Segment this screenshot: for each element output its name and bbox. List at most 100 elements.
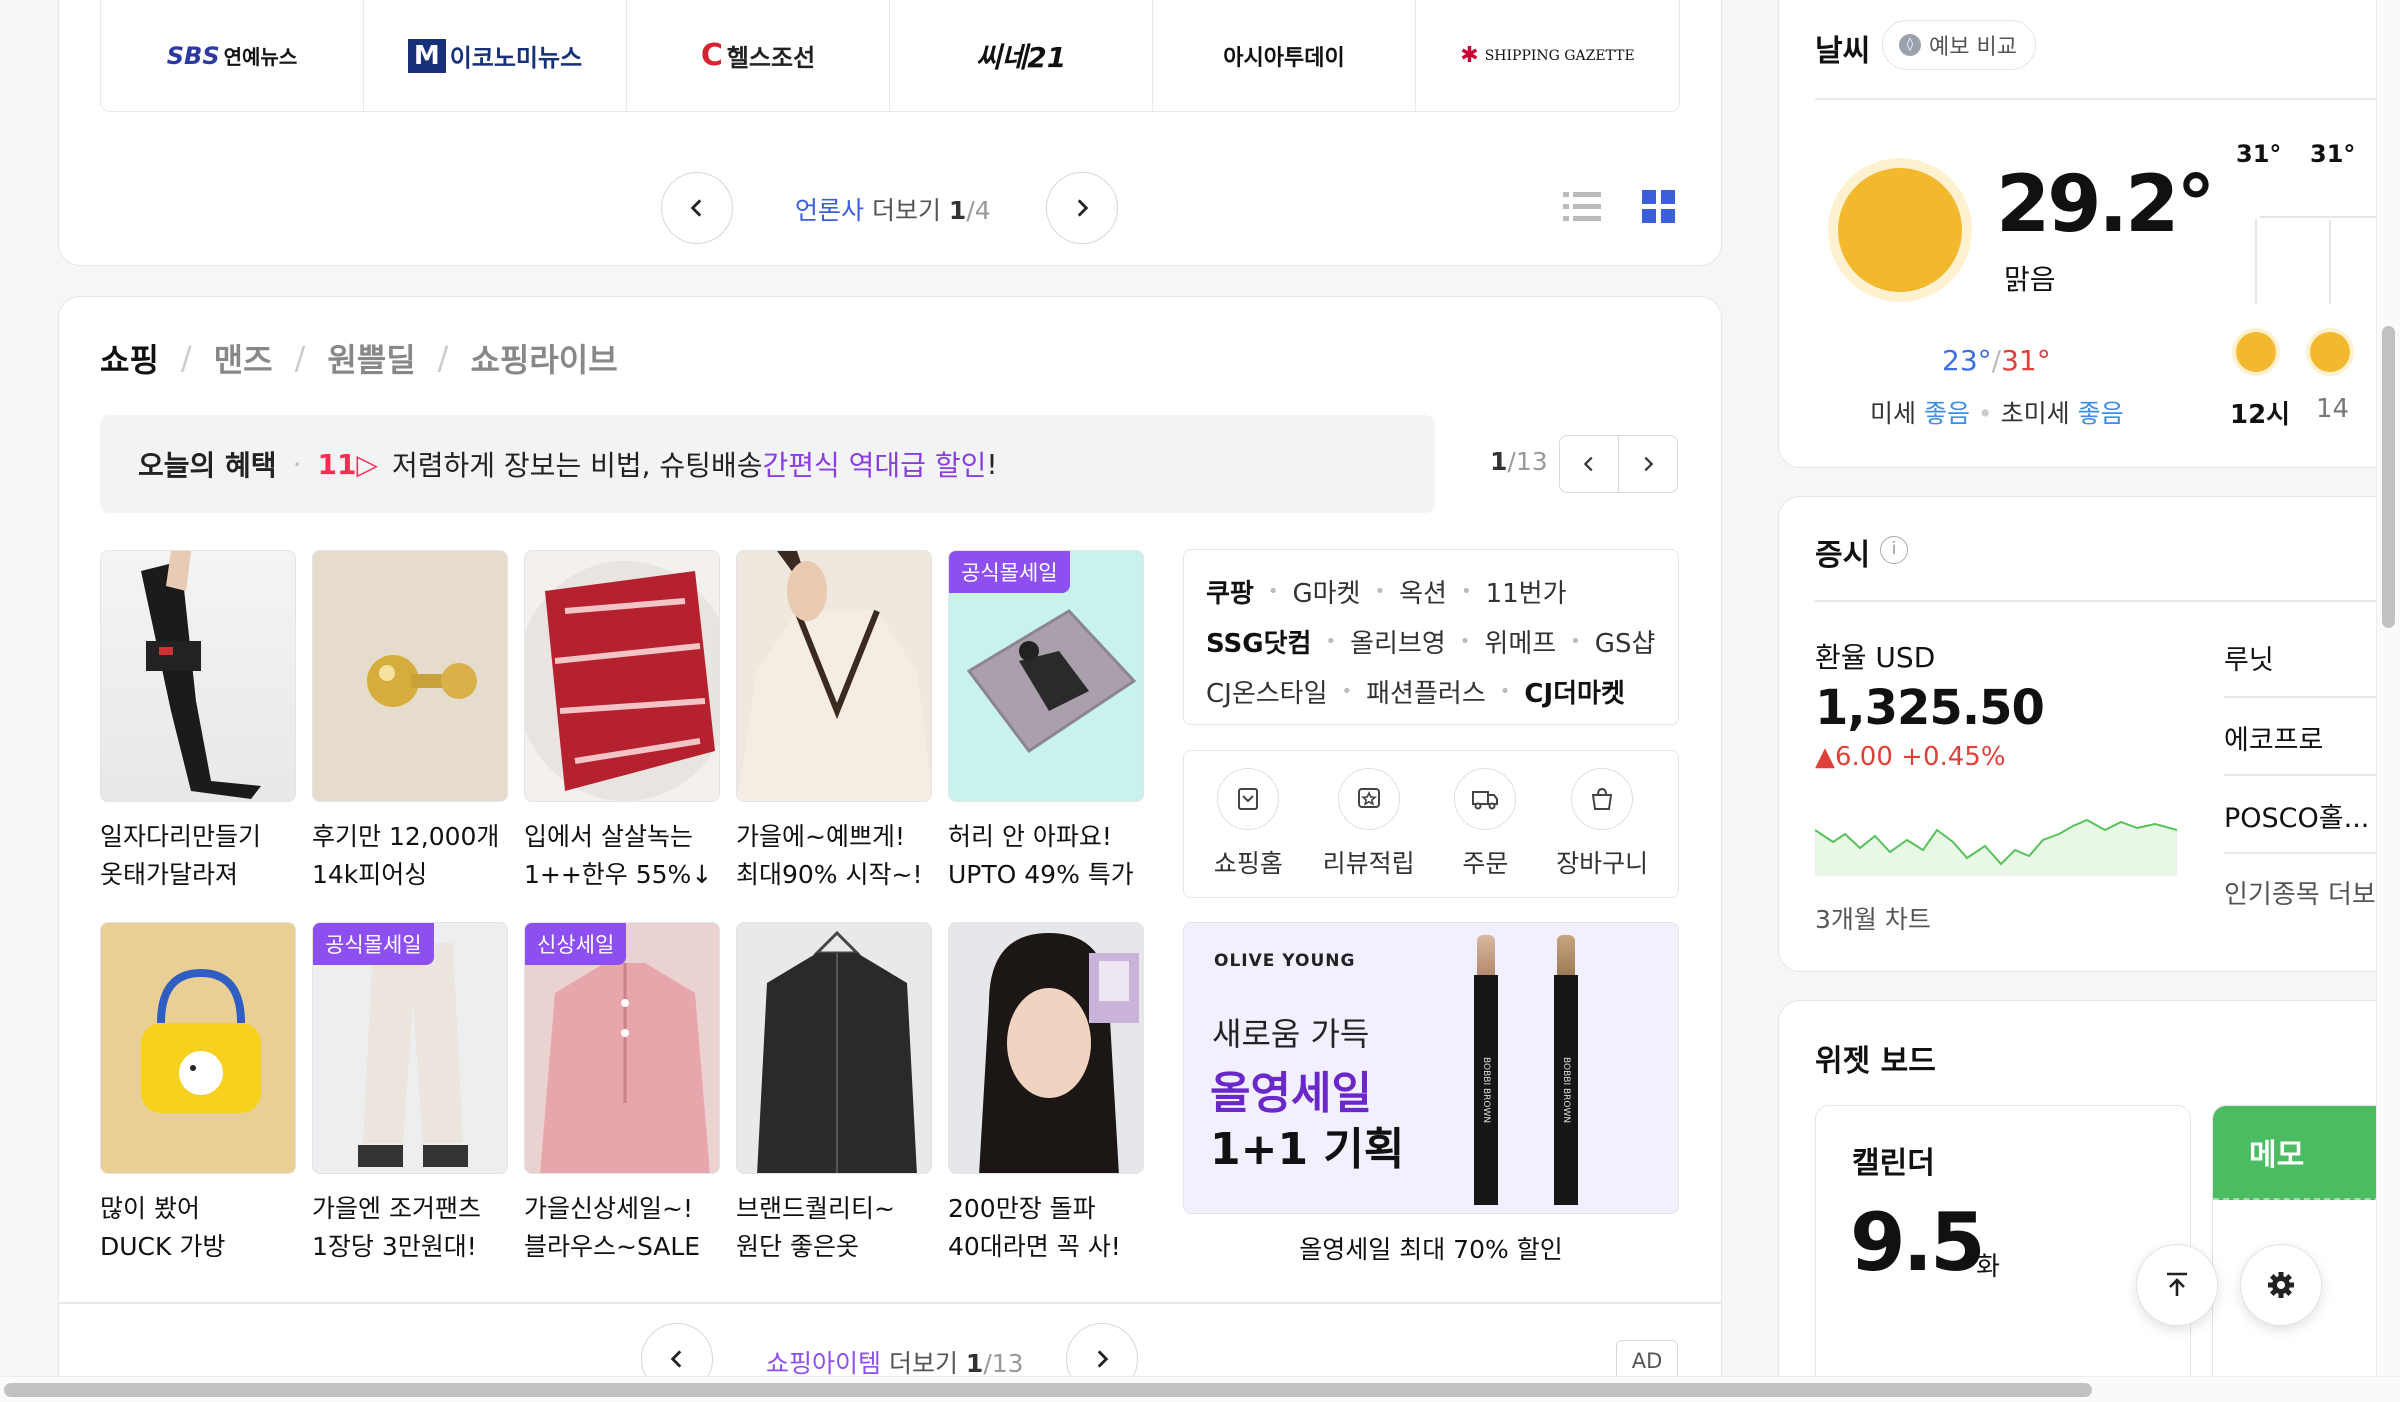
order-button[interactable]: 주문 <box>1454 768 1517 880</box>
vertical-scroll-thumb[interactable] <box>2382 326 2395 628</box>
forecast-compare-button[interactable]: ◊ 예보 비교 <box>1882 20 2036 70</box>
chevron-left-icon <box>690 199 702 217</box>
fx-sparkline[interactable] <box>1814 790 2178 876</box>
product-item[interactable]: 후기만 12,000개 14k피어싱 <box>312 550 508 894</box>
mall-link[interactable]: 패션플러스 <box>1366 673 1486 710</box>
weather-title: 날씨 <box>1815 34 1871 69</box>
drop-icon: ◊ <box>1899 34 1921 56</box>
stock-title: 증시 <box>1815 538 1871 573</box>
stock-item[interactable]: 루닛 <box>2224 638 2274 677</box>
divider <box>1815 600 2400 602</box>
mall-link[interactable]: GS샵 <box>1595 623 1656 660</box>
calendar-widget[interactable]: 캘린더 9.5 화 <box>1815 1105 2191 1402</box>
scroll-top-button[interactable] <box>2136 1244 2218 1326</box>
mall-link[interactable]: 올리브영 <box>1350 623 1446 660</box>
shopping-prev-button[interactable] <box>1559 435 1619 493</box>
mall-link[interactable]: SSG닷컴 <box>1206 623 1311 660</box>
shopping-tabs: 쇼핑 / 맨즈 / 원쁠딜 / 쇼핑라이브 <box>100 335 618 381</box>
vertical-scrollbar[interactable] <box>2376 0 2400 1380</box>
tab-mens[interactable]: 맨즈 <box>214 335 273 381</box>
widget-board-title: 위젯 보드 <box>1815 1044 1936 1079</box>
cosmetic-stick: BOBBI BROWN <box>1554 935 1578 1205</box>
product-item[interactable]: 브랜드퀄리티~ 원단 좋은옷 <box>736 922 932 1266</box>
mall-link[interactable]: 쿠팡 <box>1206 573 1254 610</box>
product-item[interactable]: 공식몰세일 허리 안 아파요! UPTO 49% 특가 <box>948 550 1144 894</box>
review-star-icon <box>1357 788 1380 808</box>
press-logo-shipping-gazette[interactable]: ✱ SHIPPING GAZETTE <box>1416 0 1679 111</box>
tab-shopping[interactable]: 쇼핑 <box>100 335 159 381</box>
mall-link[interactable]: CJ온스타일 <box>1206 673 1328 710</box>
divider <box>58 1302 1722 1304</box>
stock-item[interactable]: POSCO홀... <box>2224 796 2369 835</box>
cart-button[interactable]: 장바구니 <box>1556 768 1648 880</box>
up-triangle-icon: ▲ <box>1815 742 1835 772</box>
ad-caption[interactable]: 올영세일 최대 70% 할인 <box>1183 1230 1679 1266</box>
fx-value: 1,325.50 <box>1815 680 2045 736</box>
list-view-icon[interactable] <box>1563 190 1601 224</box>
grid-view-icon[interactable] <box>1642 190 1676 224</box>
product-item[interactable]: 공식몰세일 가을엔 조거팬츠 1장당 3만원대! <box>312 922 508 1266</box>
sun-icon <box>1838 168 1962 292</box>
mall-link[interactable]: 11번가 <box>1486 573 1567 610</box>
chart-label[interactable]: 3개월 차트 <box>1815 900 1931 936</box>
press-next-button[interactable] <box>1046 172 1118 244</box>
chevron-right-icon <box>1077 199 1089 217</box>
hourly-time: 12시 <box>2230 400 2291 430</box>
sun-icon <box>2236 332 2276 372</box>
fx-change: ▲6.00 +0.45% <box>1815 742 2006 772</box>
settings-button[interactable] <box>2240 1244 2322 1326</box>
press-logo-health[interactable]: C 헬스조선 <box>627 0 890 111</box>
horizontal-scroll-thumb[interactable] <box>4 1383 2092 1397</box>
shopping-next-button[interactable] <box>1618 435 1678 493</box>
divider <box>2224 852 2400 854</box>
product-item[interactable]: 가을에~예쁘게! 최대90% 시작~! <box>736 550 932 894</box>
product-badge: 공식몰세일 <box>313 923 434 965</box>
product-image: 공식몰세일 <box>948 550 1144 802</box>
product-image <box>948 922 1144 1174</box>
product-item[interactable]: 입에서 살살녹는 1++한우 55%↓ <box>524 550 720 894</box>
eleven-street-logo: 11▷ <box>317 447 378 481</box>
chevron-right-icon <box>1097 1350 1109 1368</box>
shopping-home-icon <box>1238 788 1259 810</box>
arrow-up-icon <box>2167 1272 2187 1296</box>
product-image <box>312 550 508 802</box>
press-logo-cine21[interactable]: 씨네21 <box>890 0 1153 111</box>
benefit-highlight: 간편식 역대급 할인 <box>762 449 987 482</box>
cosmetic-stick: BOBBI BROWN <box>1474 935 1498 1205</box>
divider <box>1815 98 2400 100</box>
horizontal-scrollbar[interactable] <box>0 1376 2400 1402</box>
tab-one-plus-deal[interactable]: 원쁠딜 <box>327 335 415 381</box>
today-benefit-banner[interactable]: 오늘의 혜택 · 11▷ 저렴하게 장보는 비법, 슈팅배송 간편식 역대급 할… <box>100 415 1435 513</box>
product-image <box>736 922 932 1174</box>
divider <box>2224 696 2400 698</box>
mall-link[interactable]: G마켓 <box>1292 573 1360 610</box>
press-pager[interactable]: 언론사 더보기 1/4 <box>795 191 991 227</box>
info-icon[interactable]: i <box>1880 536 1908 564</box>
mall-link[interactable]: 옥션 <box>1399 573 1447 610</box>
press-logo-economy[interactable]: M 이코노미뉴스 <box>364 0 627 111</box>
truck-icon <box>1472 791 1499 810</box>
tab-shopping-live[interactable]: 쇼핑라이브 <box>470 335 617 381</box>
mall-link[interactable]: CJ더마켓 <box>1524 673 1625 710</box>
press-logo-asiatoday[interactable]: 아시아투데이 <box>1153 0 1416 111</box>
product-item[interactable]: 200만장 돌파 40대라면 꼭 사! <box>948 922 1144 1266</box>
popular-stock-more-link[interactable]: 인기종목 더보 <box>2224 874 2376 911</box>
shopping-home-button[interactable]: 쇼핑홈 <box>1214 768 1283 880</box>
stock-item[interactable]: 에코프로 <box>2224 718 2323 757</box>
product-image: 신상세일 <box>524 922 720 1174</box>
shopping-quick-menu: 쇼핑홈 리뷰적립 주문 장바구니 <box>1183 750 1679 898</box>
product-item[interactable]: 신상세일 가을신상세일~! 블라우스~SALE <box>524 922 720 1266</box>
calendar-date: 9.5 <box>1850 1196 1986 1289</box>
calendar-weekday: 화 <box>1976 1252 2000 1282</box>
product-item[interactable]: 일자다리만들기 옷태가달라져 <box>100 550 296 894</box>
shopping-page-indicator: 1/13 <box>1490 447 1548 476</box>
shopping-item-pager[interactable]: 쇼핑아이템 더보기 1/13 <box>766 1344 1024 1380</box>
current-temperature: 29.2° <box>1996 160 2215 250</box>
product-item[interactable]: 많이 봤어 DUCK 가방 <box>100 922 296 1266</box>
review-reward-button[interactable]: 리뷰적립 <box>1323 768 1415 880</box>
mall-link[interactable]: 위메프 <box>1484 623 1556 660</box>
press-logo-sbs[interactable]: SBS 연예뉴스 <box>101 0 364 111</box>
press-prev-button[interactable] <box>661 172 733 244</box>
product-image <box>100 922 296 1174</box>
olive-young-ad[interactable]: OLIVE YOUNG 새로움 가득 올영세일 1+1 기획 BOBBI BRO… <box>1183 922 1679 1214</box>
